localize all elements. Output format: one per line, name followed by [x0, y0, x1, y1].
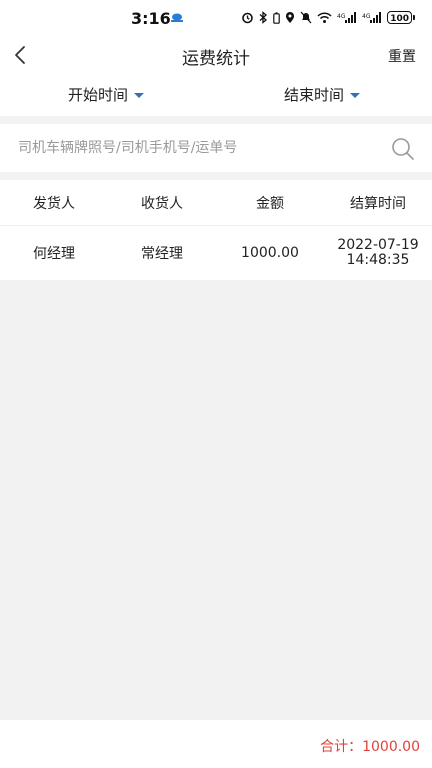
signal-4g-icon: 4G: [337, 11, 357, 23]
status-icons: 4G 4G 100: [241, 11, 415, 24]
cell-amount: 1000.00: [241, 245, 299, 261]
total-amount: 合计：1000.00: [320, 736, 420, 756]
page-title: 运费统计: [182, 49, 250, 69]
start-time-filter[interactable]: 开始时间: [68, 84, 145, 105]
battery-level: 100: [390, 14, 409, 24]
filter-bar: 开始时间 结束时间: [0, 72, 432, 116]
search-input[interactable]: [18, 124, 378, 172]
end-time-filter[interactable]: 结束时间: [284, 84, 361, 105]
svg-text:4G: 4G: [362, 13, 371, 20]
svg-text:4G: 4G: [337, 13, 346, 20]
search-bar: [0, 124, 432, 172]
table-header: 发货人 收货人 金额 结算时间: [0, 180, 432, 226]
footer: 合计：1000.00: [0, 720, 432, 768]
location-icon: [286, 12, 295, 23]
caret-down-icon: [350, 93, 361, 98]
table-row[interactable]: 何经理 常经理 1000.00 2022-07-19 14:48:35: [0, 226, 432, 280]
end-time-label: 结束时间: [284, 86, 345, 104]
bluetooth-icon: [259, 11, 268, 24]
status-time: 3:16: [131, 9, 171, 28]
caret-down-icon: [134, 93, 145, 98]
reset-button[interactable]: 重置: [388, 46, 416, 66]
signal-4g-icon: 4G: [362, 11, 382, 23]
settle-clock: 14:48:35: [346, 252, 410, 268]
total-value: 1000.00: [362, 739, 420, 755]
alarm-icon: [242, 12, 254, 24]
freight-table: 发货人 收货人 金额 结算时间 何经理 常经理 1000.00 2022-07-…: [0, 180, 432, 280]
app-notification-icon: [171, 13, 183, 22]
battery-icon: 100: [387, 11, 415, 24]
cell-settle-time: 2022-07-19 14:48:35: [324, 226, 432, 280]
wifi-icon: [317, 11, 332, 23]
start-time-label: 开始时间: [68, 86, 129, 104]
battery-small-icon: [273, 11, 281, 24]
column-header-settle-time: 结算时间: [350, 195, 406, 212]
nav-bar: 运费统计 重置: [0, 38, 432, 72]
total-label: 合计：: [320, 739, 363, 755]
cell-shipper: 何经理: [33, 246, 75, 262]
settle-date: 2022-07-19: [337, 237, 419, 253]
column-header-shipper: 发货人: [33, 195, 75, 212]
column-header-amount: 金额: [256, 195, 284, 212]
search-icon[interactable]: [390, 136, 416, 162]
status-bar: 3:16 4G 4G 100: [0, 0, 432, 38]
cell-receiver: 常经理: [141, 246, 183, 262]
mute-icon: [300, 11, 312, 24]
column-header-receiver: 收货人: [141, 195, 183, 212]
